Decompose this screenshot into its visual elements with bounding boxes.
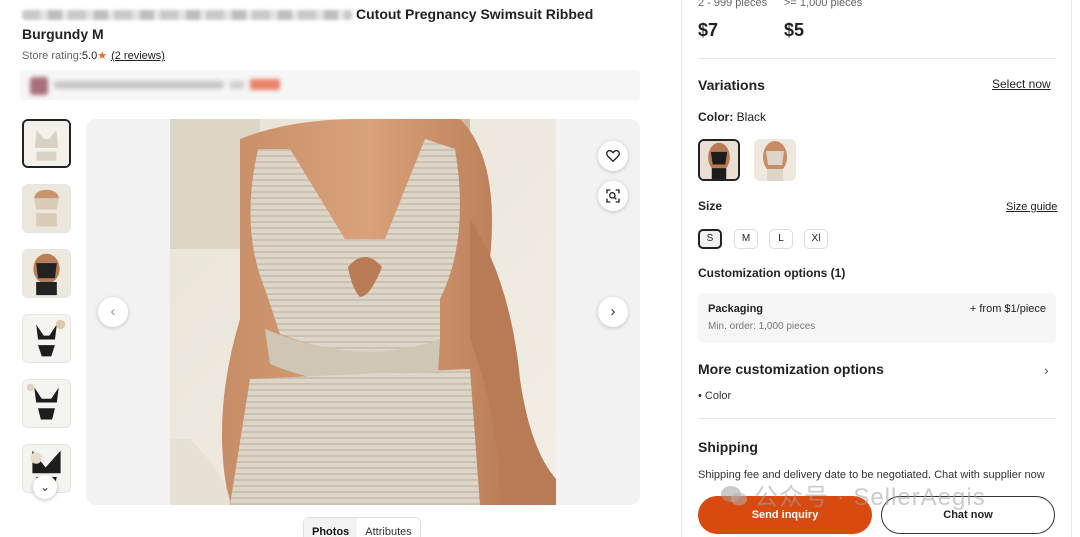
- size-option-s[interactable]: S: [698, 229, 722, 249]
- store-info-bar[interactable]: [20, 70, 640, 100]
- store-badge: [250, 79, 280, 90]
- main-image-gallery[interactable]: ‹ ›: [86, 119, 640, 505]
- chevron-down-icon[interactable]: ⌄: [33, 475, 57, 499]
- main-product-photo: [170, 119, 556, 505]
- tier-range: >= 1,000 pieces: [784, 0, 863, 9]
- blurred-title-prefix: [22, 10, 352, 21]
- color-value: Black: [736, 110, 767, 124]
- select-now-link[interactable]: Select now: [992, 77, 1051, 91]
- divider: [698, 58, 1056, 59]
- customization-item-color: Color: [704, 390, 732, 402]
- product-title-line2: Burgundy M: [22, 26, 104, 42]
- star-icon: ★: [97, 50, 108, 62]
- size-option-xl[interactable]: Xl: [804, 229, 828, 249]
- store-name-blurred: [54, 81, 224, 89]
- tier-price: $5: [784, 20, 805, 40]
- color-label-key: Color:: [698, 110, 734, 124]
- shipping-title: Shipping: [698, 439, 758, 455]
- scan-icon[interactable]: [598, 181, 628, 211]
- store-logo: [30, 77, 48, 95]
- thumbnail-list: [22, 119, 72, 509]
- divider: [698, 418, 1056, 419]
- store-rating-value: 5.0: [81, 50, 98, 62]
- color-swatch-beige[interactable]: [754, 139, 796, 181]
- chat-now-button[interactable]: Chat now: [881, 496, 1055, 534]
- tier-range: 2 - 999 pieces: [698, 0, 768, 9]
- color-label: Color: Black: [698, 110, 766, 124]
- thumbnail-3[interactable]: [22, 249, 71, 298]
- purchase-panel: 2 - 999 pieces $7 >= 1,000 pieces $5 Var…: [681, 0, 1072, 537]
- send-inquiry-button[interactable]: Send inquiry: [698, 496, 872, 534]
- size-label: Size: [698, 199, 723, 213]
- chevron-right-icon[interactable]: ›: [598, 297, 628, 327]
- thumbnail-2[interactable]: [22, 184, 71, 233]
- size-guide-link[interactable]: Size guide: [1006, 201, 1057, 213]
- reviews-link[interactable]: (2 reviews): [111, 50, 165, 62]
- chevron-right-icon[interactable]: ›: [1044, 362, 1049, 378]
- option-min-order: Min. order: 1,000 pieces: [708, 321, 816, 332]
- store-rating: Store rating:5.0★ (2 reviews): [22, 49, 165, 62]
- customization-option-packaging[interactable]: Packaging + from $1/piece Min. order: 1,…: [698, 293, 1056, 343]
- product-title-text: Cutout Pregnancy Swimsuit Ribbed: [356, 6, 594, 22]
- variations-title: Variations: [698, 77, 765, 93]
- size-option-m[interactable]: M: [734, 229, 758, 249]
- product-detail-left: Cutout Pregnancy Swimsuit Ribbed Burgund…: [20, 0, 642, 537]
- heart-icon[interactable]: [598, 141, 628, 171]
- thumbnail-5[interactable]: [22, 379, 71, 428]
- tier-price: $7: [698, 20, 719, 40]
- store-tag: [230, 81, 244, 89]
- product-title: Cutout Pregnancy Swimsuit Ribbed Burgund…: [22, 4, 622, 44]
- color-swatch-black[interactable]: [698, 139, 740, 181]
- gallery-tabs: Photos Attributes: [303, 517, 421, 537]
- chevron-left-icon[interactable]: ‹: [98, 297, 128, 327]
- tab-photos[interactable]: Photos: [304, 518, 358, 537]
- thumbnail-4[interactable]: [22, 314, 71, 363]
- option-name: Packaging: [708, 303, 764, 315]
- option-price: + from $1/piece: [969, 303, 1046, 315]
- shipping-text: Shipping fee and delivery date to be neg…: [698, 469, 1045, 481]
- more-customization-item: • Color: [698, 390, 732, 402]
- size-option-l[interactable]: L: [769, 229, 793, 249]
- thumbnail-1[interactable]: [22, 119, 71, 168]
- store-rating-label: Store rating:: [22, 50, 82, 62]
- customization-title: Customization options (1): [698, 266, 846, 280]
- more-customization-title[interactable]: More customization options: [698, 361, 884, 377]
- tab-attributes[interactable]: Attributes: [357, 518, 419, 537]
